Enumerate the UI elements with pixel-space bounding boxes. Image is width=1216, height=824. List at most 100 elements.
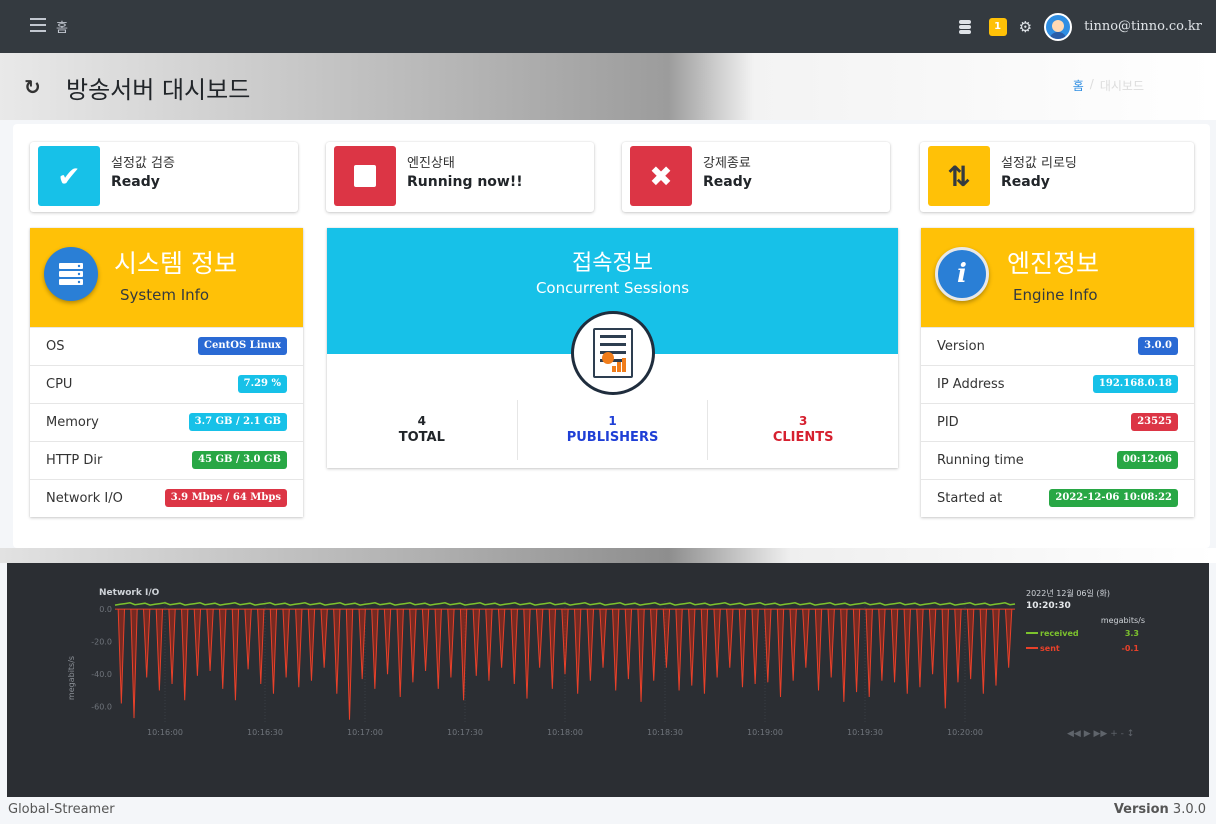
- sessions-subtitle: Concurrent Sessions: [535, 279, 690, 297]
- x-tick-label: 10:17:00: [347, 728, 383, 737]
- chart-unit: megabits/s: [1101, 616, 1145, 625]
- legend-sent-value: -0.1: [1122, 644, 1140, 653]
- legend-received-label: received: [1040, 629, 1079, 638]
- breadcrumb: 홈 / 대시보드: [1073, 77, 1144, 94]
- info-value-badge: 3.0.0: [1138, 337, 1178, 355]
- content-divider-band: [0, 548, 1216, 563]
- footer-version-value: 3.0.0: [1172, 802, 1206, 817]
- system-info-subtitle: System Info: [120, 286, 210, 304]
- database-icon[interactable]: [958, 19, 971, 34]
- status-value: Ready: [111, 174, 160, 190]
- stat-clients: 3 CLIENTS: [708, 400, 898, 460]
- engine-info-card: i 엔진정보 Engine Info Version 3.0.0 IP Addr…: [921, 228, 1194, 517]
- info-row: OS CentOS Linux: [30, 327, 303, 365]
- footer-version: Version 3.0.0: [1114, 802, 1206, 817]
- status-box-config-reload[interactable]: ⇅ 설정값 리로딩 Ready: [920, 142, 1194, 212]
- status-box-force-stop[interactable]: ✖ 강제종료 Ready: [622, 142, 890, 212]
- y-tick-label: 0.0: [99, 605, 112, 614]
- page-title: 방송서버 대시보드: [66, 76, 251, 104]
- system-info-header: 시스템 정보 System Info: [30, 228, 303, 327]
- breadcrumb-home[interactable]: 홈: [1073, 77, 1084, 94]
- network-chart-panel: Network I/O megabits/s 0.0 -20.0 -40.0 -60.…: [7, 563, 1209, 797]
- info-value-badge: 3.7 GB / 2.1 GB: [188, 413, 287, 431]
- x-tick-label: 10:18:00: [547, 728, 583, 737]
- info-row: Network I/O 3.9 Mbps / 64 Mbps: [30, 479, 303, 517]
- reload-icon: ⇅: [928, 146, 990, 206]
- system-info-title: 시스템 정보: [114, 249, 237, 278]
- y-tick-label: -60.0: [91, 703, 112, 712]
- info-value-badge: 3.9 Mbps / 64 Mbps: [164, 489, 287, 507]
- info-row: Version 3.0.0: [921, 327, 1194, 365]
- info-key: Running time: [937, 453, 1024, 468]
- stat-total: 4 TOTAL: [327, 400, 518, 460]
- info-key: IP Address: [937, 377, 1005, 392]
- status-label: 강제종료: [703, 156, 751, 171]
- info-row: Running time 00:12:06: [921, 441, 1194, 479]
- info-row: IP Address 192.168.0.18: [921, 365, 1194, 403]
- chart-playback-controls[interactable]: ◀◀ ▶ ▶▶ + - ↕: [1067, 729, 1134, 739]
- server-icon: [44, 247, 98, 301]
- status-box-engine-state[interactable]: 엔진상태 Running now!!: [326, 142, 594, 212]
- y-tick-label: -20.0: [91, 638, 112, 647]
- nav-home-link[interactable]: 홈: [56, 17, 68, 36]
- report-icon: [571, 311, 655, 395]
- footer-version-label: Version: [1113, 802, 1169, 817]
- stat-publishers-label: PUBLISHERS: [566, 430, 659, 445]
- chart-title: Network I/O: [99, 588, 160, 598]
- info-key: Version: [937, 339, 985, 354]
- info-key: Memory: [46, 415, 99, 430]
- chart-time: 10:20:30: [1026, 601, 1071, 611]
- user-email[interactable]: tinno@tinno.co.kr: [1084, 19, 1202, 34]
- info-row: PID 23525: [921, 403, 1194, 441]
- status-value: Ready: [1001, 174, 1050, 190]
- chart-date: 2022년 12월 06일 (화): [1026, 588, 1110, 598]
- info-key: Network I/O: [46, 491, 123, 506]
- page-header: ↻ 방송서버 대시보드 홈 / 대시보드: [0, 53, 1216, 120]
- x-tick-label: 10:16:30: [247, 728, 283, 737]
- breadcrumb-separator: /: [1089, 77, 1094, 91]
- info-key: OS: [46, 339, 65, 354]
- status-value: Ready: [703, 174, 752, 190]
- y-tick-label: -40.0: [91, 670, 112, 679]
- info-key: PID: [937, 415, 959, 430]
- info-value-badge: 2022-12-06 10:08:22: [1049, 489, 1178, 507]
- info-value-badge: 192.168.0.18: [1092, 375, 1178, 393]
- network-io-chart: Network I/O megabits/s 0.0 -20.0 -40.0 -60.…: [67, 588, 1145, 739]
- navbar-right: 1 ⚙ tinno@tinno.co.kr: [958, 10, 1202, 43]
- chart-ylabel: megabits/s: [67, 656, 76, 700]
- info-value-badge: 00:12:06: [1116, 451, 1178, 469]
- stat-clients-label: CLIENTS: [772, 430, 834, 445]
- info-row: HTTP Dir 45 GB / 3.0 GB: [30, 441, 303, 479]
- info-value-badge: 45 GB / 3.0 GB: [192, 451, 287, 469]
- info-key: Started at: [937, 491, 1003, 506]
- top-navbar: 홈 1 ⚙ tinno@tinno.co.kr: [0, 0, 1216, 53]
- sessions-card: 접속정보 Concurrent Sessions 4 TOTAL 1 PUBLI…: [327, 228, 898, 468]
- gears-icon[interactable]: ⚙: [1019, 18, 1032, 36]
- stat-clients-number: 3: [799, 414, 808, 428]
- sessions-title: 접속정보: [572, 251, 653, 276]
- sync-icon: ↻: [24, 75, 41, 99]
- legend-received-value: 3.3: [1125, 629, 1139, 638]
- x-tick-label: 10:17:30: [447, 728, 483, 737]
- footer-app-name: Global-Streamer: [8, 802, 115, 817]
- stat-total-label: TOTAL: [398, 430, 445, 445]
- tools-icon: ✖: [630, 146, 692, 206]
- breadcrumb-current: 대시보드: [1099, 79, 1144, 93]
- x-tick-label: 10:19:30: [847, 728, 883, 737]
- status-box-config-check[interactable]: ✔ 설정값 검증 Ready: [30, 142, 298, 212]
- engine-info-subtitle: Engine Info: [1013, 286, 1098, 304]
- session-stats: 4 TOTAL 1 PUBLISHERS 3 CLIENTS: [327, 400, 898, 460]
- status-label: 엔진상태: [407, 156, 455, 171]
- x-tick-label: 10:20:00: [947, 728, 983, 737]
- x-tick-label: 10:18:30: [647, 728, 683, 737]
- hamburger-menu-icon[interactable]: [30, 18, 46, 34]
- info-row: CPU 7.29 %: [30, 365, 303, 403]
- notification-badge[interactable]: 1: [988, 17, 1007, 36]
- info-row: Memory 3.7 GB / 2.1 GB: [30, 403, 303, 441]
- info-key: CPU: [46, 377, 73, 392]
- footer: Global-Streamer Version 3.0.0: [0, 797, 1216, 824]
- legend-sent-label: sent: [1040, 644, 1060, 653]
- user-avatar[interactable]: [1044, 12, 1073, 41]
- check-icon: ✔: [38, 146, 100, 206]
- info-value-badge: 23525: [1131, 413, 1178, 431]
